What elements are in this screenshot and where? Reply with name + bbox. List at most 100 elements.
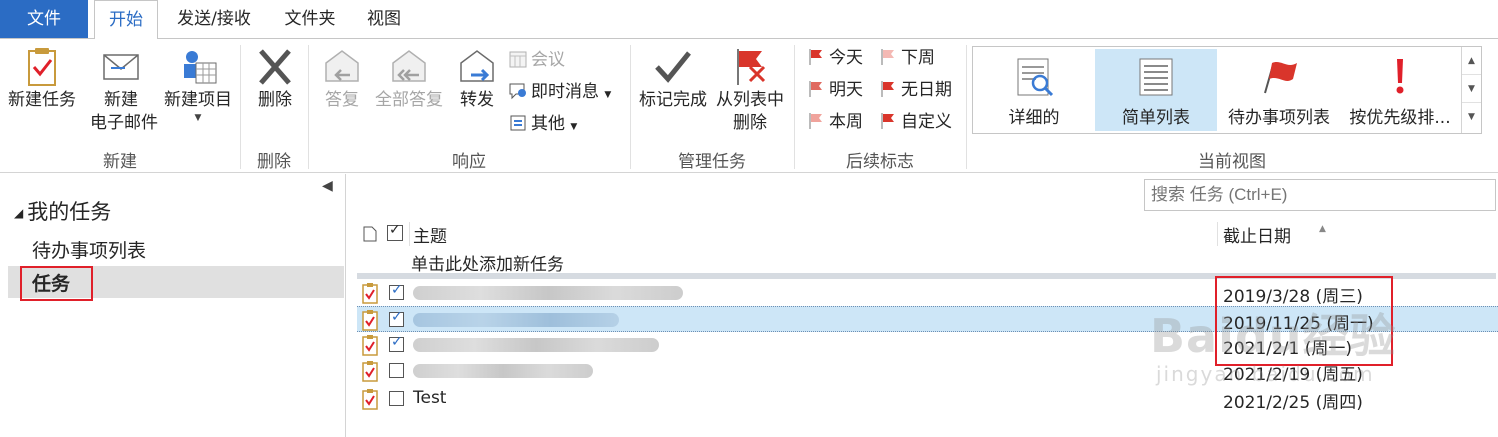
view-simple-list[interactable]: 简单列表 [1095, 49, 1217, 131]
meeting-button[interactable]: 会议 [508, 47, 565, 73]
forward-icon [460, 50, 494, 82]
redacted-subject [413, 286, 683, 300]
ribbon: 新建任务 新建 电子邮件 新建项目 ▼ 新建 删除 删除 答复 全部答复 转发 … [0, 38, 1498, 173]
flag-no-date-button[interactable]: 无日期 [878, 77, 952, 103]
column-subject[interactable]: 主题 [413, 222, 447, 247]
flag-icon [809, 81, 822, 97]
flag-tomorrow-button[interactable]: 明天 [806, 77, 863, 103]
tab-home[interactable]: 开始 [94, 0, 158, 39]
add-new-task-row[interactable]: 单击此处添加新任务 [411, 250, 564, 275]
tab-file[interactable]: 文件 [0, 0, 88, 38]
chevron-down-icon: ▼ [194, 113, 202, 123]
view-todo-list[interactable]: 待办事项列表 [1221, 49, 1337, 131]
chevron-up-icon[interactable]: ▲ [1462, 47, 1481, 75]
ribbon-tabbar: 文件 开始 发送/接收 文件夹 视图 [0, 0, 1498, 39]
reply-icon [325, 50, 359, 82]
chevron-down-icon: ▼ [604, 90, 612, 100]
task-icon [362, 389, 378, 410]
current-view-gallery: 详细的 简单列表 待办事项列表 按优先级排... ▲ ▼ ▼ [972, 46, 1482, 134]
view-prioritized[interactable]: 按优先级排... [1341, 49, 1459, 131]
watermark: Baidu经验 [1150, 309, 1397, 363]
reply-button[interactable]: 答复 [316, 45, 368, 112]
nav-item-todo-list[interactable]: 待办事项列表 [32, 236, 146, 263]
instant-message-button[interactable]: 即时消息 ▼ [508, 79, 611, 105]
group-label-view: 当前视图 [1198, 152, 1266, 172]
my-tasks-header[interactable]: ◢ 我的任务 [14, 196, 111, 226]
complete-column-icon[interactable]: ✓ [387, 222, 403, 241]
more-respond-button[interactable]: 其他 ▼ [508, 111, 577, 137]
more-icon [510, 115, 526, 131]
task-icon [28, 48, 56, 86]
task-subject: Test [413, 388, 447, 408]
column-divider [409, 222, 410, 246]
due-date: 2021/2/25 (周四) [1223, 393, 1363, 413]
sort-ascending-icon: ▲ [1319, 224, 1326, 234]
tab-folder[interactable]: 文件夹 [274, 0, 346, 38]
remove-from-list-button[interactable]: 从列表中 删除 [712, 45, 788, 135]
complete-checkbox[interactable] [389, 391, 404, 406]
navigation-pane: ◀ ◢ 我的任务 待办事项列表 任务 [0, 174, 346, 437]
column-due-date[interactable]: 截止日期 [1223, 222, 1291, 247]
complete-checkbox[interactable] [389, 334, 404, 352]
column-divider [1217, 222, 1218, 246]
search-input[interactable] [1144, 179, 1496, 211]
flag-custom-button[interactable]: 自定义 [878, 109, 952, 135]
chat-icon [509, 83, 526, 100]
redacted-subject [413, 313, 619, 327]
reply-all-button[interactable]: 全部答复 [370, 45, 448, 112]
complete-checkbox[interactable] [389, 309, 404, 327]
delete-button[interactable]: 删除 [248, 45, 302, 112]
group-label-new: 新建 [103, 152, 137, 172]
collapse-pane-icon[interactable]: ◀ [322, 178, 333, 194]
complete-checkbox[interactable] [389, 363, 404, 378]
calendar-icon [509, 51, 527, 68]
checkmark-icon [655, 51, 691, 83]
reply-all-icon [392, 50, 426, 82]
column-header-row: ✓ 主题 截止日期 ▲ [357, 222, 1496, 247]
new-items-button[interactable]: 新建项目 ▼ [160, 45, 236, 124]
delete-x-icon [259, 49, 291, 85]
highlight-box-tasks [20, 266, 93, 301]
flag-icon [809, 49, 822, 65]
flag-icon [881, 81, 894, 97]
redacted-subject [413, 338, 659, 352]
task-icon [362, 335, 378, 356]
flag-icon [1264, 62, 1297, 94]
task-icon [362, 283, 378, 304]
list-view-icon [1139, 58, 1173, 96]
detailed-view-icon [1017, 58, 1054, 97]
priority-icon [1396, 59, 1404, 94]
table-row[interactable]: Test 2021/2/25 (周四) [357, 386, 1498, 413]
task-icon [362, 361, 378, 382]
envelope-icon [103, 54, 139, 80]
flag-this-week-button[interactable]: 本周 [806, 109, 863, 135]
chevron-down-icon: ▼ [570, 122, 578, 132]
expand-gallery-icon[interactable]: ▼ [1462, 103, 1481, 131]
new-task-button[interactable]: 新建任务 [4, 45, 80, 112]
item-type-icon[interactable] [363, 226, 377, 242]
flag-today-button[interactable]: 今天 [806, 45, 863, 71]
tab-view[interactable]: 视图 [356, 0, 412, 38]
mark-complete-button[interactable]: 标记完成 [636, 45, 710, 112]
watermark-url: jingyan.baidu.com [1156, 362, 1375, 386]
new-email-button[interactable]: 新建 电子邮件 [90, 45, 158, 135]
group-label-followup: 后续标志 [846, 152, 914, 172]
redacted-subject [413, 364, 593, 378]
view-detailed[interactable]: 详细的 [975, 49, 1093, 131]
flag-icon [881, 113, 894, 129]
complete-checkbox[interactable] [389, 282, 404, 300]
expand-triangle-icon: ◢ [14, 206, 24, 220]
tab-send-receive[interactable]: 发送/接收 [166, 0, 262, 38]
group-label-delete: 删除 [257, 152, 291, 172]
new-items-icon [184, 51, 217, 84]
gallery-scroll[interactable]: ▲ ▼ ▼ [1461, 47, 1481, 133]
flag-icon [881, 49, 894, 65]
group-label-manage: 管理任务 [678, 152, 746, 172]
chevron-down-icon[interactable]: ▼ [1462, 75, 1481, 103]
forward-button[interactable]: 转发 [452, 45, 502, 112]
flag-next-week-button[interactable]: 下周 [878, 45, 935, 71]
group-label-respond: 响应 [452, 152, 486, 172]
task-icon [362, 310, 378, 331]
flag-remove-icon [737, 49, 766, 85]
flag-icon [809, 113, 822, 129]
